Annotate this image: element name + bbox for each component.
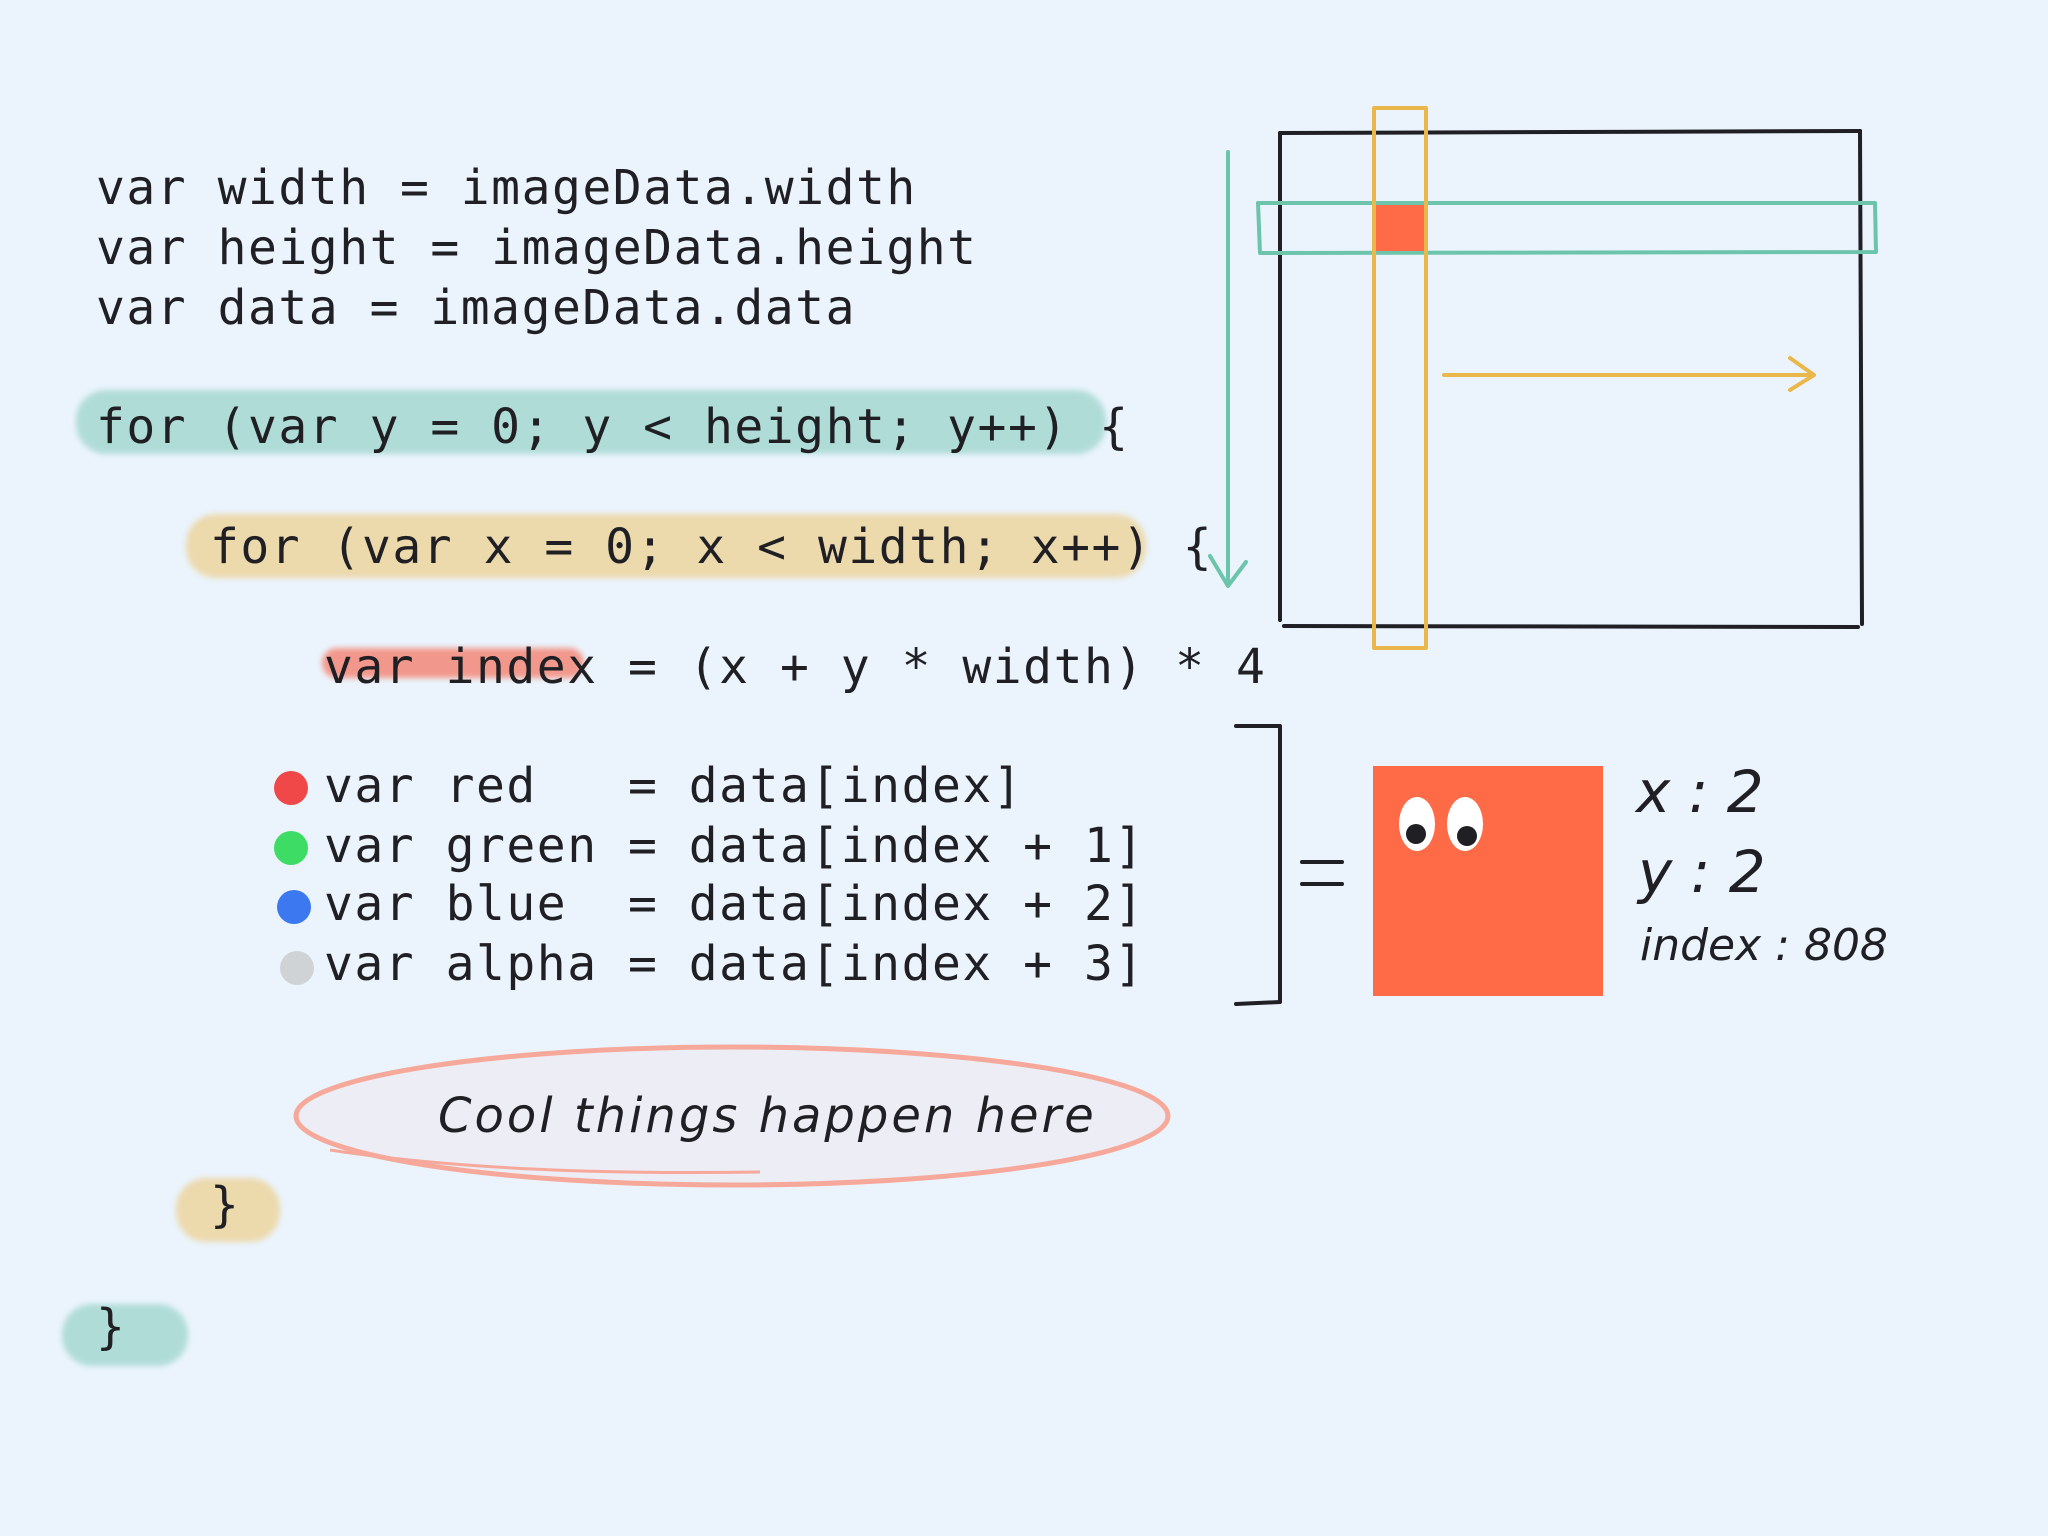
channels-bracket: [1234, 724, 1282, 1006]
row-direction-arrow: [1208, 150, 1248, 588]
pixel-y-label: y : 2: [1638, 838, 1766, 906]
canvas-loop-illustration: var width = imageData.width var height =…: [0, 0, 2048, 1536]
current-pixel-cell: [1376, 205, 1424, 251]
pixel-x-label: x : 2: [1636, 758, 1764, 826]
pixel-index-label: index : 808: [1640, 920, 1888, 971]
image-frame: [1278, 129, 1864, 629]
current-column-band: [1372, 106, 1428, 650]
equals-sign: [1300, 860, 1344, 886]
current-row-band: [1256, 201, 1878, 255]
column-direction-arrow: [1442, 356, 1816, 392]
pixel-character: [1373, 766, 1603, 996]
